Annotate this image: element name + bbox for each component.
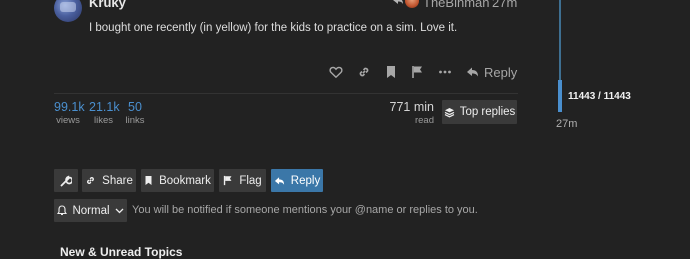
admin-wrench-button[interactable] (54, 169, 78, 192)
notification-description: You will be notified if someone mentions… (132, 204, 478, 216)
reply-icon (274, 176, 284, 185)
notification-level-dropdown[interactable]: Normal (54, 199, 127, 222)
reply-to-arrow-icon (392, 0, 404, 6)
link-icon (359, 67, 369, 77)
section-title: New & Unread Topics (60, 245, 183, 259)
likes-stat[interactable]: 21.1k likes (89, 100, 120, 127)
links-stat[interactable]: 50 links (125, 100, 145, 127)
reply-button[interactable]: Reply (271, 169, 323, 192)
post-reply-label: Reply (484, 64, 518, 80)
user-avatar[interactable] (54, 0, 82, 22)
views-label: views (56, 115, 80, 126)
bookmark-label: Bookmark (159, 174, 211, 187)
reply-label: Reply (290, 174, 321, 187)
post-body: I bought one recently (in yellow) for th… (89, 22, 458, 34)
top-replies-label: Top replies (459, 106, 516, 118)
views-count: 99.1k (54, 100, 85, 114)
post-reply-button[interactable]: Reply (466, 63, 517, 81)
layers-icon (444, 107, 454, 117)
post-username[interactable]: Kruky (89, 0, 126, 10)
wrench-icon (60, 175, 72, 186)
reply-icon (467, 67, 478, 77)
heart-icon (329, 66, 343, 79)
flag-button[interactable]: Flag (219, 169, 266, 192)
links-count: 50 (128, 100, 142, 114)
bell-icon (57, 205, 68, 216)
reply-to-username[interactable]: TheBinman (423, 0, 489, 10)
bookmark-post-button[interactable] (382, 63, 400, 81)
copy-link-button[interactable] (355, 63, 373, 81)
ellipsis-icon (439, 70, 451, 74)
link-icon (87, 177, 95, 184)
top-replies-button[interactable]: Top replies (442, 100, 517, 124)
bookmark-button[interactable]: Bookmark (141, 169, 214, 192)
more-options-button[interactable] (436, 63, 454, 81)
views-stat: 99.1k views (54, 100, 85, 127)
flag-icon (224, 175, 232, 186)
chevron-down-icon (115, 208, 123, 213)
links-label: links (125, 115, 145, 126)
likes-count: 21.1k (89, 100, 120, 114)
flag-post-button[interactable] (408, 63, 426, 81)
notification-level-label: Normal (72, 204, 110, 217)
read-time: 771 min (389, 100, 434, 114)
flag-label: Flag (239, 174, 262, 187)
timeline-handle[interactable] (558, 80, 562, 112)
share-label: Share (102, 174, 133, 187)
share-button[interactable]: Share (82, 169, 136, 192)
topic-map-divider (54, 93, 518, 94)
timeline-post-count: 11443 / 11443 (568, 91, 631, 102)
like-button[interactable] (327, 63, 345, 81)
reply-to-avatar[interactable] (405, 0, 419, 8)
flag-icon (411, 66, 422, 78)
post-age[interactable]: 27m (492, 0, 517, 10)
bookmark-icon (145, 176, 152, 185)
read-label: read (414, 115, 434, 126)
likes-label: likes (93, 115, 113, 126)
timeline-age[interactable]: 27m (556, 118, 577, 130)
bookmark-icon (387, 66, 395, 78)
